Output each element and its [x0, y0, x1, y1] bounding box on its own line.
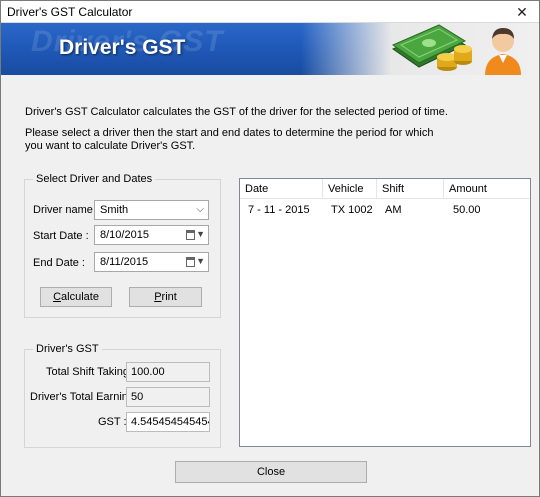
title-bar: Driver's GST Calculator ✕: [1, 1, 539, 23]
total-shift-field[interactable]: 100.00: [126, 362, 210, 382]
header-banner: Driver's GST Driver's GST: [1, 23, 539, 75]
close-icon[interactable]: ✕: [511, 3, 533, 21]
start-date-value: 8/10/2015: [100, 229, 149, 241]
chevron-down-icon[interactable]: ▼: [196, 256, 205, 266]
row-amount: 50.00: [453, 204, 481, 216]
description-line-2: Please select a driver then the start an…: [25, 127, 434, 152]
list-header: Date Vehicle Shift Amount: [240, 179, 530, 199]
user-avatar-icon: [485, 28, 521, 75]
close-button[interactable]: Close: [175, 461, 367, 483]
end-date-value: 8/11/2015: [100, 256, 149, 268]
chevron-down-icon[interactable]: ▼: [196, 229, 205, 239]
gst-field[interactable]: 4.54545454545455: [126, 412, 210, 432]
print-button[interactable]: Print: [129, 287, 202, 307]
print-hotkey: P: [154, 291, 162, 303]
total-earning-label: Driver's Total Earning :: [30, 391, 141, 403]
end-date-picker[interactable]: 8/11/2015 ▼: [94, 252, 209, 272]
total-shift-label: Total Shift Taking :: [46, 366, 136, 378]
driver-name-value: Smith: [100, 204, 129, 216]
drivers-gst-legend: Driver's GST: [33, 343, 102, 355]
column-header-vehicle[interactable]: Vehicle: [323, 179, 377, 199]
banner-title: Driver's GST: [59, 36, 186, 59]
chevron-down-icon[interactable]: ⌵: [196, 204, 204, 215]
calculate-hotkey: C: [53, 291, 62, 303]
calendar-icon[interactable]: [186, 257, 195, 267]
row-date: 7 - 11 - 2015: [248, 204, 310, 216]
column-header-date[interactable]: Date: [240, 179, 323, 199]
start-date-label: Start Date :: [33, 230, 89, 242]
window-title: Driver's GST Calculator: [7, 5, 133, 19]
print-label: rint: [161, 291, 177, 303]
driver-name-combobox[interactable]: Smith ⌵: [94, 200, 209, 220]
total-earning-field[interactable]: 50: [126, 387, 210, 407]
column-header-shift[interactable]: Shift: [377, 179, 444, 199]
column-header-amount[interactable]: Amount: [444, 179, 530, 199]
shift-list-view[interactable]: Date Vehicle Shift Amount 7 - 11 - 2015 …: [239, 178, 531, 447]
driver-name-label: Driver name :: [33, 204, 100, 216]
start-date-picker[interactable]: 8/10/2015 ▼: [94, 225, 209, 245]
row-vehicle: TX 1002: [331, 204, 373, 216]
calendar-icon[interactable]: [186, 230, 195, 240]
gst-label: GST :: [98, 416, 127, 428]
banner-art: [391, 24, 521, 75]
select-driver-legend: Select Driver and Dates: [33, 173, 156, 185]
description-line-1: Driver's GST Calculator calculates the G…: [25, 106, 448, 118]
gst-calculator-window: Driver's GST Calculator ✕ Driver's GST D…: [0, 0, 540, 497]
row-shift: AM: [385, 204, 402, 216]
calculate-button[interactable]: Calculate: [40, 287, 112, 307]
end-date-label: End Date :: [33, 257, 85, 269]
calculate-label: alculate: [61, 291, 99, 303]
